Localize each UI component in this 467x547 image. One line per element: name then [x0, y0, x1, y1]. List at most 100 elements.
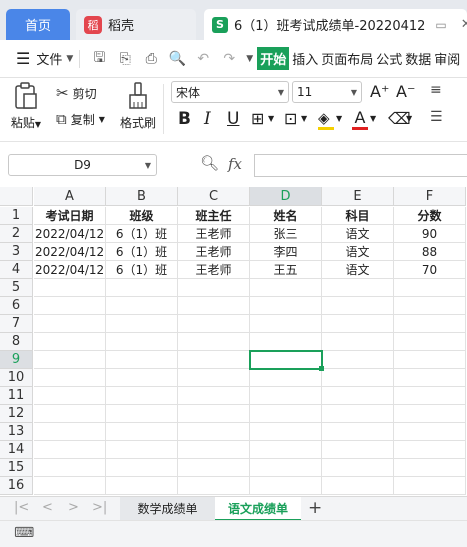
cell-c10[interactable] — [178, 369, 250, 387]
quick-access-more-icon[interactable]: ▼ — [246, 54, 253, 64]
cell-f7[interactable] — [394, 315, 466, 333]
cell-b13[interactable] — [106, 423, 178, 441]
font-color-dropdown-icon[interactable]: ▼ — [370, 114, 376, 123]
cell-a12[interactable] — [34, 405, 106, 423]
export-icon[interactable]: ⎘ — [117, 51, 133, 67]
chevron-down-icon[interactable]: ▼ — [66, 54, 73, 64]
first-sheet-icon[interactable]: |< — [14, 500, 29, 515]
cell-e9[interactable] — [322, 351, 394, 369]
fill-handle[interactable] — [319, 366, 324, 371]
fill-dropdown-icon[interactable]: ▼ — [336, 114, 342, 123]
column-header-a[interactable]: A — [34, 187, 106, 206]
cell-a3[interactable]: 2022/04/12 — [34, 243, 106, 261]
cell-a6[interactable] — [34, 297, 106, 315]
row-header-15[interactable]: 15 — [0, 459, 33, 477]
bold-icon[interactable]: B — [178, 109, 191, 129]
name-box[interactable]: D9 ▼ — [8, 154, 157, 176]
cell-e4[interactable]: 语文 — [322, 261, 394, 279]
select-all-corner[interactable] — [0, 187, 33, 206]
cell-a2[interactable]: 2022/04/12 — [34, 225, 106, 243]
merge-cells-icon[interactable]: ⊡ — [284, 109, 297, 128]
cell-f8[interactable] — [394, 333, 466, 351]
cell-b10[interactable] — [106, 369, 178, 387]
cell-d16[interactable] — [250, 477, 322, 495]
row-header-3[interactable]: 3 — [0, 243, 33, 261]
cell-e11[interactable] — [322, 387, 394, 405]
cell-d12[interactable] — [250, 405, 322, 423]
row-header-9[interactable]: 9 — [0, 351, 33, 369]
font-color-button[interactable]: A — [352, 108, 368, 130]
row-header-12[interactable]: 12 — [0, 405, 33, 423]
tab-home[interactable]: 首页 — [6, 9, 70, 40]
cell-d11[interactable] — [250, 387, 322, 405]
add-sheet-icon[interactable]: + — [308, 498, 322, 518]
next-sheet-icon[interactable]: > — [68, 500, 79, 515]
row-header-10[interactable]: 10 — [0, 369, 33, 387]
row-header-4[interactable]: 4 — [0, 261, 33, 279]
cell-d13[interactable] — [250, 423, 322, 441]
cell-c5[interactable] — [178, 279, 250, 297]
cell-b2[interactable]: 6（1）班 — [106, 225, 178, 243]
column-header-f[interactable]: F — [394, 187, 466, 206]
cell-b16[interactable] — [106, 477, 178, 495]
cell-c13[interactable] — [178, 423, 250, 441]
hamburger-menu-icon[interactable]: ☰ — [16, 49, 30, 68]
cell-e3[interactable]: 语文 — [322, 243, 394, 261]
cell-a1[interactable]: 考试日期 — [34, 207, 106, 225]
menu-insert[interactable]: 插入 — [292, 49, 318, 68]
print-preview-icon[interactable]: 🔍 — [169, 51, 186, 67]
cell-e1[interactable]: 科目 — [322, 207, 394, 225]
formula-input[interactable] — [254, 154, 467, 177]
zoom-icon[interactable]: 🔍︎ — [200, 154, 219, 172]
cell-e14[interactable] — [322, 441, 394, 459]
cell-b8[interactable] — [106, 333, 178, 351]
cell-b1[interactable]: 班级 — [106, 207, 178, 225]
row-header-7[interactable]: 7 — [0, 315, 33, 333]
paste-button[interactable]: 粘贴▼ — [10, 82, 42, 131]
last-sheet-icon[interactable]: >| — [92, 500, 107, 515]
cell-d2[interactable]: 张三 — [250, 225, 322, 243]
cell-f3[interactable]: 88 — [394, 243, 466, 261]
sheet-tab-math[interactable]: 数学成绩单 — [120, 497, 215, 521]
copy-button[interactable]: ⧉ 复制 ▼ — [56, 110, 105, 128]
cell-d3[interactable]: 李四 — [250, 243, 322, 261]
cell-a7[interactable] — [34, 315, 106, 333]
align-icon[interactable]: ≡ — [430, 82, 442, 98]
menu-formula[interactable]: 公式 — [376, 49, 402, 68]
italic-icon[interactable]: I — [204, 109, 211, 129]
cell-f12[interactable] — [394, 405, 466, 423]
row-header-1[interactable]: 1 — [0, 207, 33, 225]
sheet-tab-chinese[interactable]: 语文成绩单 — [215, 497, 301, 521]
cell-d10[interactable] — [250, 369, 322, 387]
cell-d1[interactable]: 姓名 — [250, 207, 322, 225]
cell-a13[interactable] — [34, 423, 106, 441]
cell-b4[interactable]: 6（1）班 — [106, 261, 178, 279]
close-icon[interactable]: ✕ — [461, 17, 467, 32]
increase-font-icon[interactable]: A⁺ — [370, 82, 389, 101]
menu-page-layout[interactable]: 页面布局 — [321, 49, 373, 68]
cell-b15[interactable] — [106, 459, 178, 477]
menu-review[interactable]: 审阅 — [434, 49, 460, 68]
cell-a4[interactable]: 2022/04/12 — [34, 261, 106, 279]
cell-a16[interactable] — [34, 477, 106, 495]
font-size-select[interactable]: 11 ▼ — [292, 81, 362, 103]
decrease-font-icon[interactable]: A⁻ — [396, 82, 415, 101]
cell-c2[interactable]: 王老师 — [178, 225, 250, 243]
cell-e2[interactable]: 语文 — [322, 225, 394, 243]
cell-e15[interactable] — [322, 459, 394, 477]
cell-a15[interactable] — [34, 459, 106, 477]
print-icon[interactable]: ⎙ — [143, 51, 159, 67]
cell-f2[interactable]: 90 — [394, 225, 466, 243]
cell-c14[interactable] — [178, 441, 250, 459]
tab-document[interactable]: S 6（1）班考试成绩单-20220412 ▭ ✕ — [204, 9, 467, 40]
format-painter-button[interactable]: 格式刷 — [118, 82, 158, 131]
cell-b14[interactable] — [106, 441, 178, 459]
cell-c15[interactable] — [178, 459, 250, 477]
row-header-6[interactable]: 6 — [0, 297, 33, 315]
cut-button[interactable]: ✂ 剪切 — [56, 84, 97, 102]
column-header-d[interactable]: D — [250, 187, 322, 206]
macro-record-icon[interactable]: ⌨ — [14, 525, 34, 541]
row-header-11[interactable]: 11 — [0, 387, 33, 405]
row-header-2[interactable]: 2 — [0, 225, 33, 243]
row-header-16[interactable]: 16 — [0, 477, 33, 495]
